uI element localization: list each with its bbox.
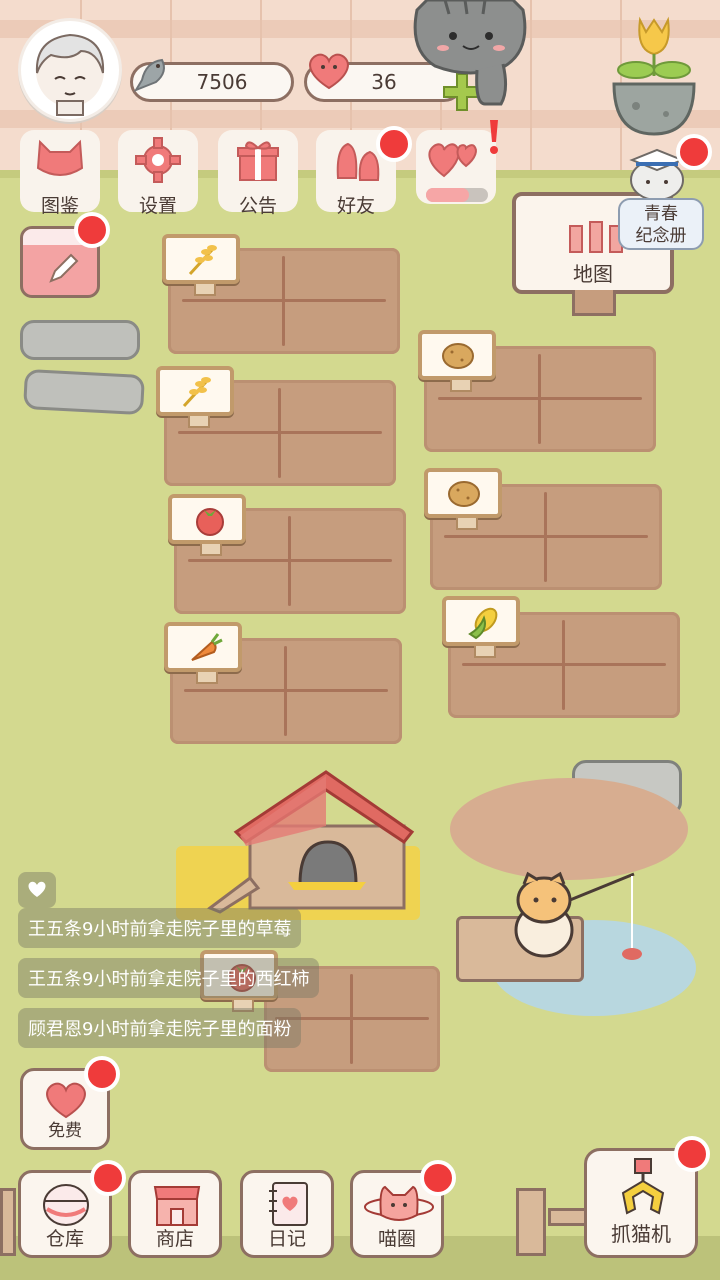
heart-count: 36 <box>371 70 397 94</box>
fish-icon <box>128 52 174 102</box>
heart-icon <box>28 881 46 897</box>
claw-icon <box>621 1158 665 1215</box>
activity-message: 顾君恩9小时前拿走院子里的面粉 <box>18 1008 302 1048</box>
hearts-icon <box>428 143 477 178</box>
claw-notification-badge <box>674 1136 710 1172</box>
diary-button[interactable]: 日记 <box>240 1170 334 1258</box>
catalog-button[interactable]: 图鉴 <box>20 130 100 217</box>
pencil-icon <box>49 253 79 283</box>
map-label: 地图 <box>573 262 613 286</box>
calendar-notification-badge <box>74 212 110 248</box>
heart-icon <box>46 1082 86 1119</box>
tulip-pot[interactable] <box>606 14 702 142</box>
potato-icon <box>448 481 480 507</box>
potato-icon <box>442 343 474 369</box>
dirt-patch <box>450 778 688 880</box>
notice-label: 公告 <box>238 195 277 217</box>
wheat-sign[interactable] <box>156 366 234 428</box>
tomato-icon <box>196 508 224 536</box>
settings-label: 设置 <box>138 195 177 217</box>
cat-face-icon <box>36 139 84 176</box>
stone-slab <box>20 320 140 360</box>
wheat-sign[interactable] <box>162 234 240 296</box>
shop-label: 商店 <box>155 1228 194 1250</box>
corn-icon <box>468 607 498 640</box>
potato-sign[interactable] <box>418 330 496 392</box>
settings-button[interactable]: 设置 <box>118 130 198 217</box>
gray-cat[interactable] <box>405 0 535 114</box>
diary-icon <box>269 1182 308 1226</box>
memorial-notification-badge <box>676 134 712 170</box>
player-avatar[interactable] <box>18 18 122 122</box>
claw-machine-label: 抓猫机 <box>611 1222 671 1246</box>
fence-post <box>516 1188 546 1256</box>
fishing-cat[interactable] <box>510 870 650 970</box>
chat-toggle-button[interactable] <box>18 872 56 908</box>
gear-icon <box>135 137 181 183</box>
activity-message: 王五条9小时前拿走院子里的西红柿 <box>18 958 320 998</box>
tomato-sign[interactable] <box>168 494 246 556</box>
affection-progress <box>426 188 488 202</box>
chicken-coop[interactable] <box>206 766 416 916</box>
gift-icon <box>237 141 279 181</box>
stone-slab <box>23 368 145 416</box>
alert-icon <box>490 120 498 154</box>
warehouse-notification-badge <box>90 1160 126 1196</box>
potato-sign[interactable] <box>424 468 502 530</box>
carrot-sign[interactable] <box>164 622 242 684</box>
fish-count: 7506 <box>196 70 248 94</box>
shop-icon <box>153 1186 201 1226</box>
carrot-icon <box>191 633 223 661</box>
activity-message: 王五条9小时前拿走院子里的草莓 <box>18 908 302 948</box>
wheat-icon <box>182 377 211 408</box>
free-label: 免费 <box>48 1121 82 1141</box>
circle-label: 喵圈 <box>377 1228 416 1250</box>
friends-label: 好友 <box>336 195 375 217</box>
friends-icon <box>336 142 380 181</box>
wheat-icon <box>188 245 217 276</box>
free-notification-badge <box>84 1056 120 1092</box>
notice-button[interactable]: 公告 <box>218 130 298 217</box>
warehouse-icon <box>43 1184 89 1226</box>
circle-notification-badge <box>420 1160 456 1196</box>
friends-notification-badge <box>376 126 412 162</box>
heart-icon <box>304 50 354 96</box>
warehouse-label: 仓库 <box>45 1228 84 1250</box>
diary-label: 日记 <box>267 1228 306 1250</box>
memorial-album-label: 青春 纪念册 <box>618 198 704 250</box>
shop-button[interactable]: 商店 <box>128 1170 222 1258</box>
corn-sign[interactable] <box>442 596 520 658</box>
